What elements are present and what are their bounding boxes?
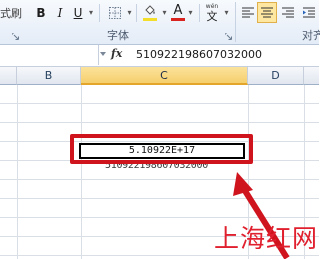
formula-content[interactable]: 510922198607032000 [136,48,262,61]
format-painter-label[interactable]: 式刷 [0,8,22,20]
column-header-b[interactable]: B [17,67,81,85]
divider [99,4,100,22]
row-line [0,122,319,123]
name-box[interactable] [0,45,99,65]
indent-icon [303,7,315,18]
fill-color-swatch [143,17,157,21]
indent-button[interactable] [300,3,318,22]
bold-button[interactable]: B [33,3,49,22]
bold-label: B [36,5,46,20]
chevron-down-icon: ▾ [224,8,229,17]
align-right-icon [282,7,294,18]
row-line [0,103,319,104]
formula-bar: fx 510922198607032000 [0,45,319,67]
font-group-label: 字体 [107,29,129,42]
highlight-frame [70,134,253,164]
divider [136,4,137,22]
underline-label: U [73,5,83,20]
name-box-dropdown-icon[interactable] [100,52,106,56]
align-left-icon [242,7,254,18]
italic-label: I [57,5,63,20]
font-color-dropdown[interactable]: ▾ [186,3,195,22]
borders-icon [109,6,121,19]
align-center-icon [261,7,273,18]
column-header-c[interactable]: C [81,67,248,85]
clipboard-dialog-launcher-icon[interactable] [12,33,19,40]
fill-color-dropdown[interactable]: ▾ [160,3,169,22]
underline-button[interactable]: U [70,3,86,22]
chevron-down-icon: ▾ [127,8,132,17]
column-line [81,85,82,259]
paint-bucket-icon [145,4,155,15]
watermark-logo: 上海红网 [214,224,319,253]
font-color-button[interactable]: A [170,2,186,23]
phonetic-dropdown[interactable]: ▾ [222,3,231,22]
chevron-down-icon: ▾ [162,8,167,17]
pinyin-text: wén [205,3,219,10]
italic-button[interactable]: I [52,3,68,22]
column-header-next[interactable] [304,67,319,85]
column-header-d[interactable]: D [248,67,304,85]
group-divider [235,2,236,42]
font-color-letter: A [173,3,183,18]
align-left-button[interactable] [239,3,257,22]
align-center-button[interactable] [257,2,277,23]
alignment-group-label: 对齐 [302,29,320,42]
ribbon: 式刷 B I U ▾ ▾ ▾ A ▾ wén 文 ▾ 字体 对齐 [0,0,320,45]
column-line [17,85,18,259]
chevron-down-icon: ▾ [88,8,93,17]
fill-color-button[interactable] [140,2,160,23]
font-color-swatch [171,18,185,21]
borders-button[interactable] [104,3,126,22]
select-all-corner[interactable] [0,67,17,85]
phonetic-guide-button[interactable]: wén 文 [202,1,222,25]
divider [199,4,200,22]
borders-dropdown[interactable]: ▾ [125,3,134,22]
underline-dropdown[interactable]: ▾ [86,3,96,22]
insert-function-button[interactable]: fx [111,47,122,60]
font-dialog-launcher-icon[interactable] [225,33,232,40]
align-right-button[interactable] [279,3,297,22]
chevron-down-icon: ▾ [188,8,193,17]
phonetic-character: 文 [206,10,218,23]
